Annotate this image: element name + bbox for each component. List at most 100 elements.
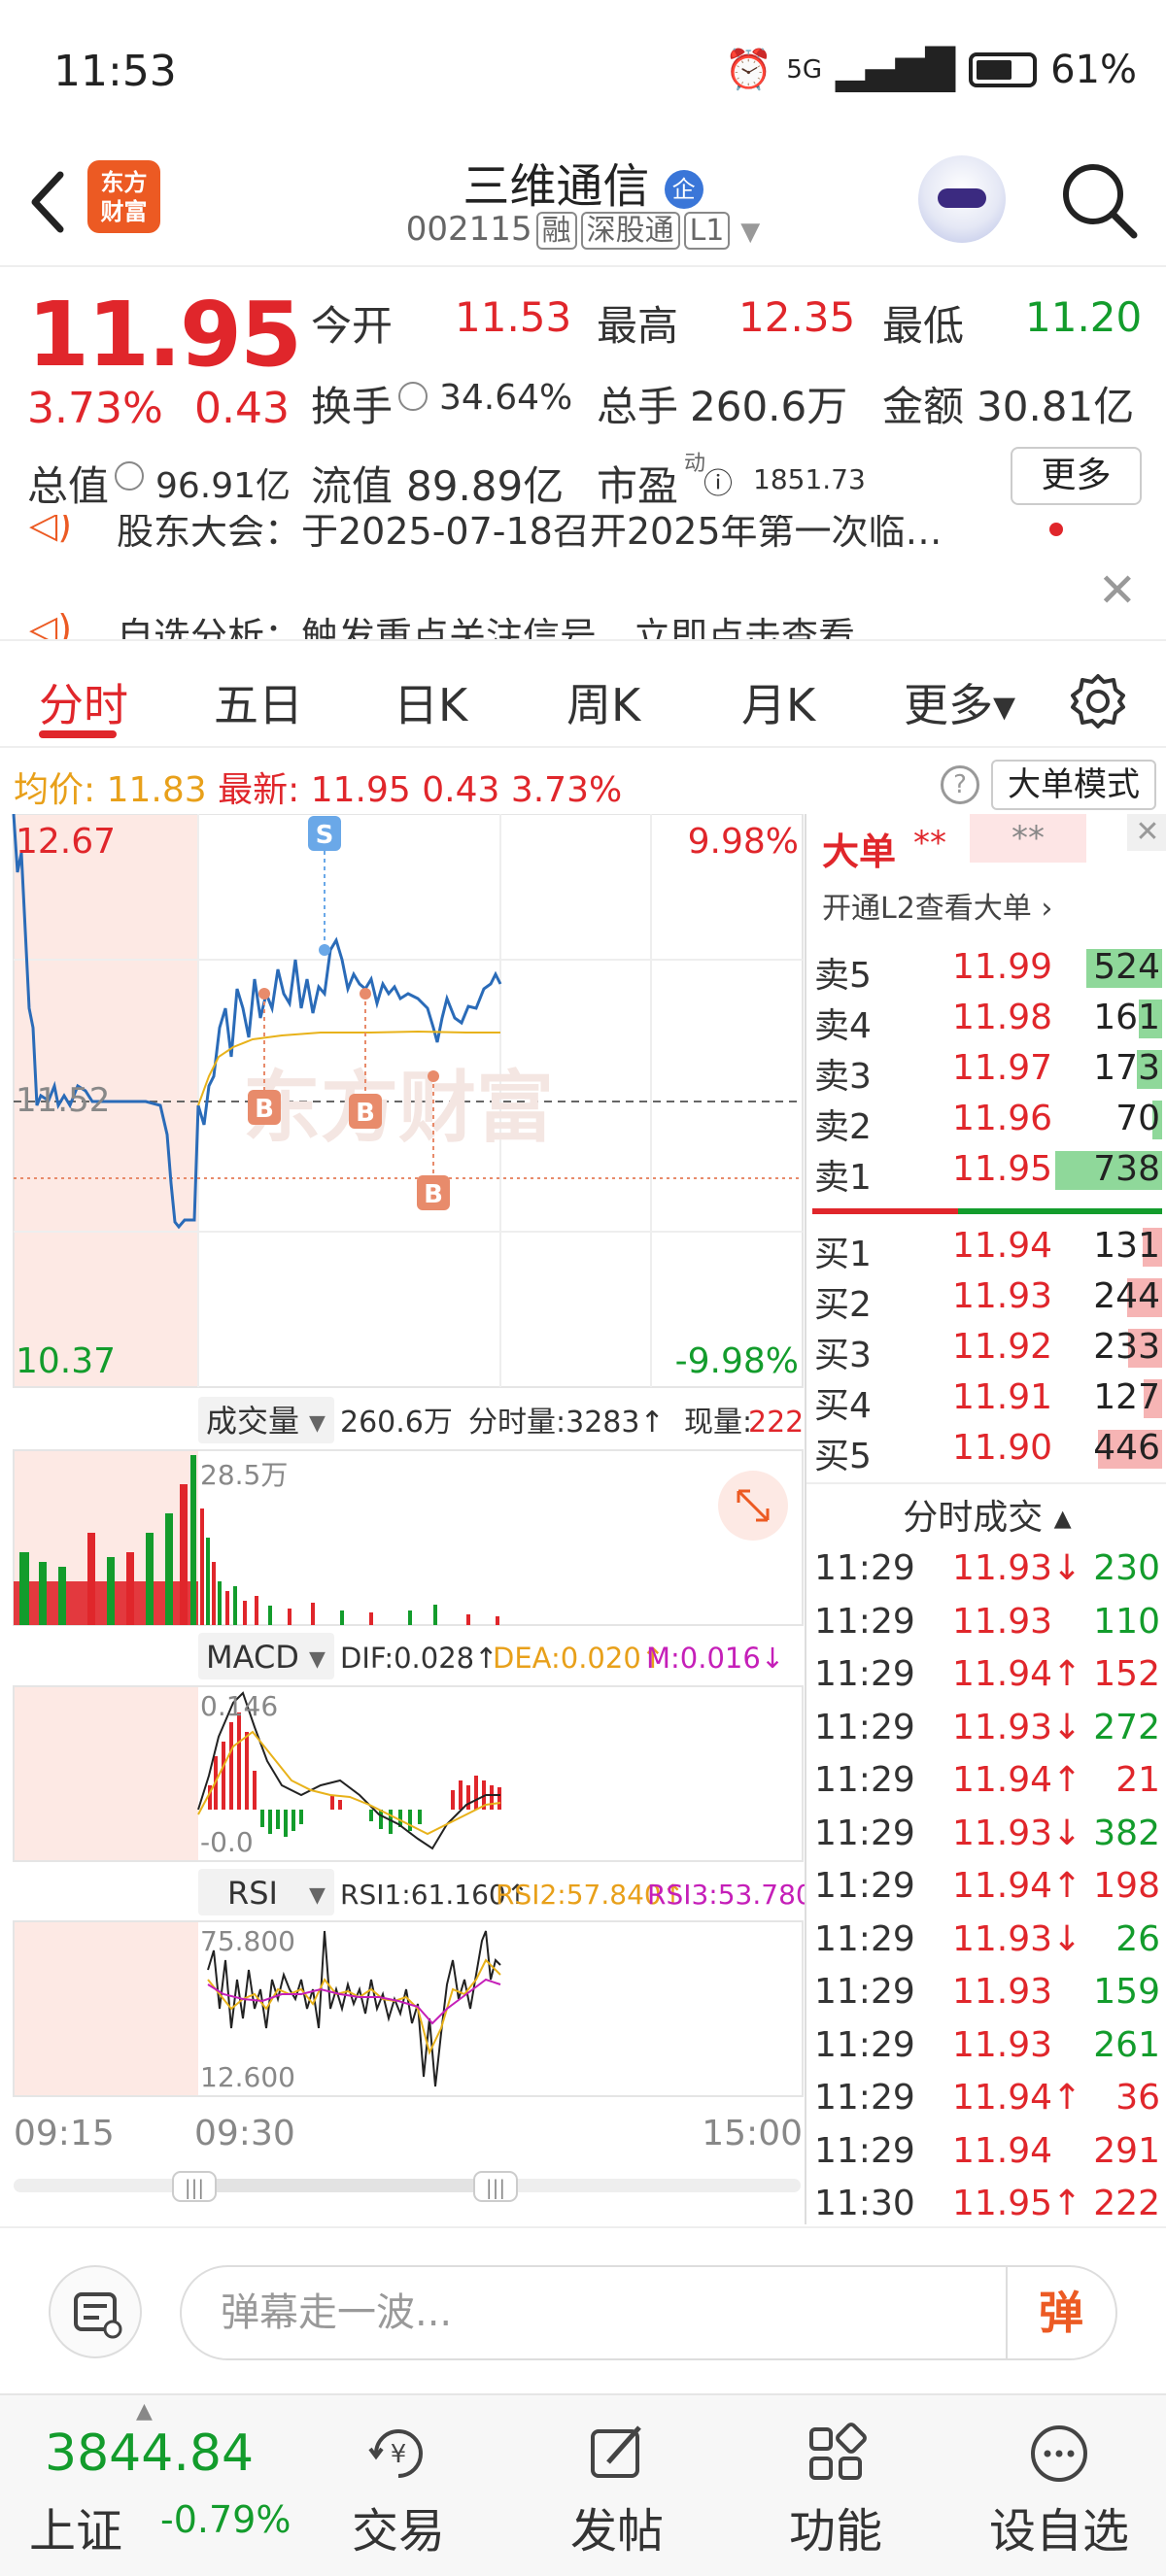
change-percent: 3.73% <box>27 384 163 433</box>
order-volume: 161 <box>1093 998 1160 1037</box>
time-end-label: 15:00 <box>702 2114 803 2153</box>
index-value[interactable]: 3844.84 <box>45 2424 254 2483</box>
volume-max-label: 28.5万 <box>200 1459 288 1491</box>
volume-now: 222 <box>748 1406 804 1440</box>
trade-volume: 261 <box>1093 2024 1160 2065</box>
order-book-row[interactable]: 买4 11.91 127 <box>806 1373 1166 1426</box>
index-name[interactable]: 上证 <box>29 2492 122 2560</box>
latest-value: 11.95 <box>310 770 411 810</box>
open-l2-link[interactable]: 开通L2查看大单 › <box>822 884 1052 927</box>
nav-functions[interactable]: 功能 <box>753 2415 918 2560</box>
float-value: 89.89亿 <box>406 462 565 510</box>
sell-marker-label: S <box>316 821 334 850</box>
trade-list: 11:29 11.93↓ 230 11:29 11.93 110 11:29 11.94↑ 15… <box>806 1544 1166 2233</box>
order-book-row[interactable]: 卖5 11.99 524 <box>806 943 1166 996</box>
big-order-title: 大单 <box>822 830 897 873</box>
order-price: 11.93 <box>952 1276 1053 1316</box>
order-book-row[interactable]: 买2 11.93 244 <box>806 1272 1166 1325</box>
info-icon[interactable] <box>398 382 428 411</box>
rsi-bottom-label: 12.600 <box>200 2061 295 2093</box>
close-icon[interactable]: ✕ <box>1127 814 1166 851</box>
more-button[interactable]: 更多 <box>1011 447 1142 505</box>
tab-intraday[interactable]: 分时 <box>39 670 128 734</box>
trade-time: 11:29 <box>814 2078 915 2118</box>
order-price: 11.99 <box>952 947 1053 987</box>
status-time: 11:53 <box>53 47 177 96</box>
trade-price: 11.94↑ <box>952 2078 1082 2118</box>
battery-percent: 61% <box>1050 47 1137 92</box>
news-line-1[interactable]: 股东大会：于2025-07-18召开2025年第一次临… <box>117 515 943 555</box>
turnover-value: 34.64% <box>439 378 573 418</box>
trade-time: 11:29 <box>814 1601 915 1642</box>
macd-dif: DIF:0.028↑ <box>340 1642 497 1675</box>
trade-price: 11.94↑ <box>952 1760 1082 1800</box>
trades-title[interactable]: 分时成交 ▴ <box>806 1489 1166 1540</box>
order-book-row[interactable]: 卖4 11.98 161 <box>806 994 1166 1046</box>
pe-info-icon[interactable]: ⓘ <box>703 459 733 502</box>
order-volume: 131 <box>1093 1226 1160 1266</box>
order-book-row[interactable]: 卖3 11.97 173 <box>806 1044 1166 1097</box>
trade-price: 11.93↓ <box>952 1918 1082 1959</box>
tab-five-day[interactable]: 五日 <box>214 670 303 734</box>
intraday-chart[interactable]: 东方财富 S B B B 12.67 9.98% 11.52 10.37 -9.… <box>0 814 805 2224</box>
order-level-label: 卖1 <box>814 1158 872 1198</box>
comment-settings-icon[interactable] <box>49 2265 142 2358</box>
time-start-label: 09:15 <box>14 2114 115 2153</box>
search-icon[interactable] <box>1054 155 1142 243</box>
megaphone-icon: ◁) <box>29 515 73 546</box>
trade-volume: 110 <box>1093 1601 1160 1642</box>
volume-label: 总手 <box>597 383 679 430</box>
news-line-2[interactable]: 自选分析：触发重点关注信号，立即点击查看 <box>117 606 855 639</box>
latest-change: 0.43 <box>422 770 500 810</box>
big-order-mode-button[interactable]: 大单模式 <box>991 760 1156 810</box>
order-book-row[interactable]: 买1 11.94 131 <box>806 1222 1166 1274</box>
tab-monthly-k[interactable]: 月K <box>741 670 815 734</box>
comment-bar: 弹幕走一波... 弹 <box>0 2226 1166 2391</box>
trade-price: 11.93 <box>952 1972 1053 2012</box>
news-ticker[interactable]: ◁) 股东大会：于2025-07-18召开2025年第一次临… ◁) 自选分析：… <box>0 515 1166 641</box>
order-book-row[interactable]: 买5 11.90 446 <box>806 1424 1166 1476</box>
nav-trade[interactable]: ¥ 交易 <box>316 2415 481 2560</box>
unread-dot <box>1049 523 1063 536</box>
svg-text:|||: ||| <box>486 2176 505 2199</box>
trade-volume: 382 <box>1093 1813 1160 1853</box>
order-price: 11.98 <box>952 998 1053 1037</box>
close-icon[interactable]: ✕ <box>1098 563 1137 618</box>
tag-level: L1 <box>683 212 731 250</box>
order-book-row[interactable]: 卖1 11.95 738 <box>806 1145 1166 1198</box>
nav-add-watchlist[interactable]: 设自选 <box>977 2415 1142 2560</box>
watermark: 东方财富 <box>243 1063 554 1153</box>
nav-post-label: 发帖 <box>569 2504 664 2559</box>
float-label: 流值 <box>311 462 394 510</box>
price-low-label: 10.37 <box>16 1341 116 1381</box>
megaphone-icon: ◁) <box>29 607 73 641</box>
trade-price: 11.93↓ <box>952 1813 1082 1853</box>
big-order-mask-box: ** <box>970 814 1086 863</box>
help-icon[interactable]: ? <box>941 765 979 804</box>
signal-icon: ▂▄▆█ <box>836 47 956 92</box>
order-price: 11.90 <box>952 1428 1053 1468</box>
info-icon[interactable] <box>115 461 144 491</box>
order-price: 11.96 <box>952 1099 1053 1138</box>
trade-price: 11.93↓ <box>952 1707 1082 1747</box>
nav-post[interactable]: 发帖 <box>534 2415 700 2560</box>
pre-close-label: 11.52 <box>16 1081 110 1120</box>
danmu-input[interactable]: 弹幕走一波... <box>180 2265 1117 2360</box>
gear-icon[interactable] <box>1069 672 1127 730</box>
order-volume: 127 <box>1093 1377 1160 1417</box>
trade-volume: 222 <box>1093 2184 1160 2223</box>
trade-icon: ¥ <box>368 2429 423 2478</box>
order-level-label: 卖2 <box>814 1107 872 1147</box>
trade-row: 11:29 11.94↑ 152 <box>806 1650 1166 1704</box>
index-percent[interactable]: -0.79% <box>160 2498 291 2541</box>
tab-more[interactable]: 更多▾ <box>904 670 1015 734</box>
danmu-toggle-button[interactable]: 弹 <box>1006 2267 1115 2358</box>
assistant-avatar[interactable] <box>918 155 1006 243</box>
macd-dea: DEA:0.020↑ <box>493 1642 665 1675</box>
tab-weekly-k[interactable]: 周K <box>566 670 640 734</box>
order-book-row[interactable]: 卖2 11.96 70 <box>806 1095 1166 1147</box>
trade-price: 11.93↓ <box>952 1548 1082 1588</box>
tab-daily-k[interactable]: 日K <box>394 670 467 734</box>
order-book-row[interactable]: 买3 11.92 233 <box>806 1323 1166 1375</box>
trade-volume: 21 <box>1115 1760 1160 1800</box>
